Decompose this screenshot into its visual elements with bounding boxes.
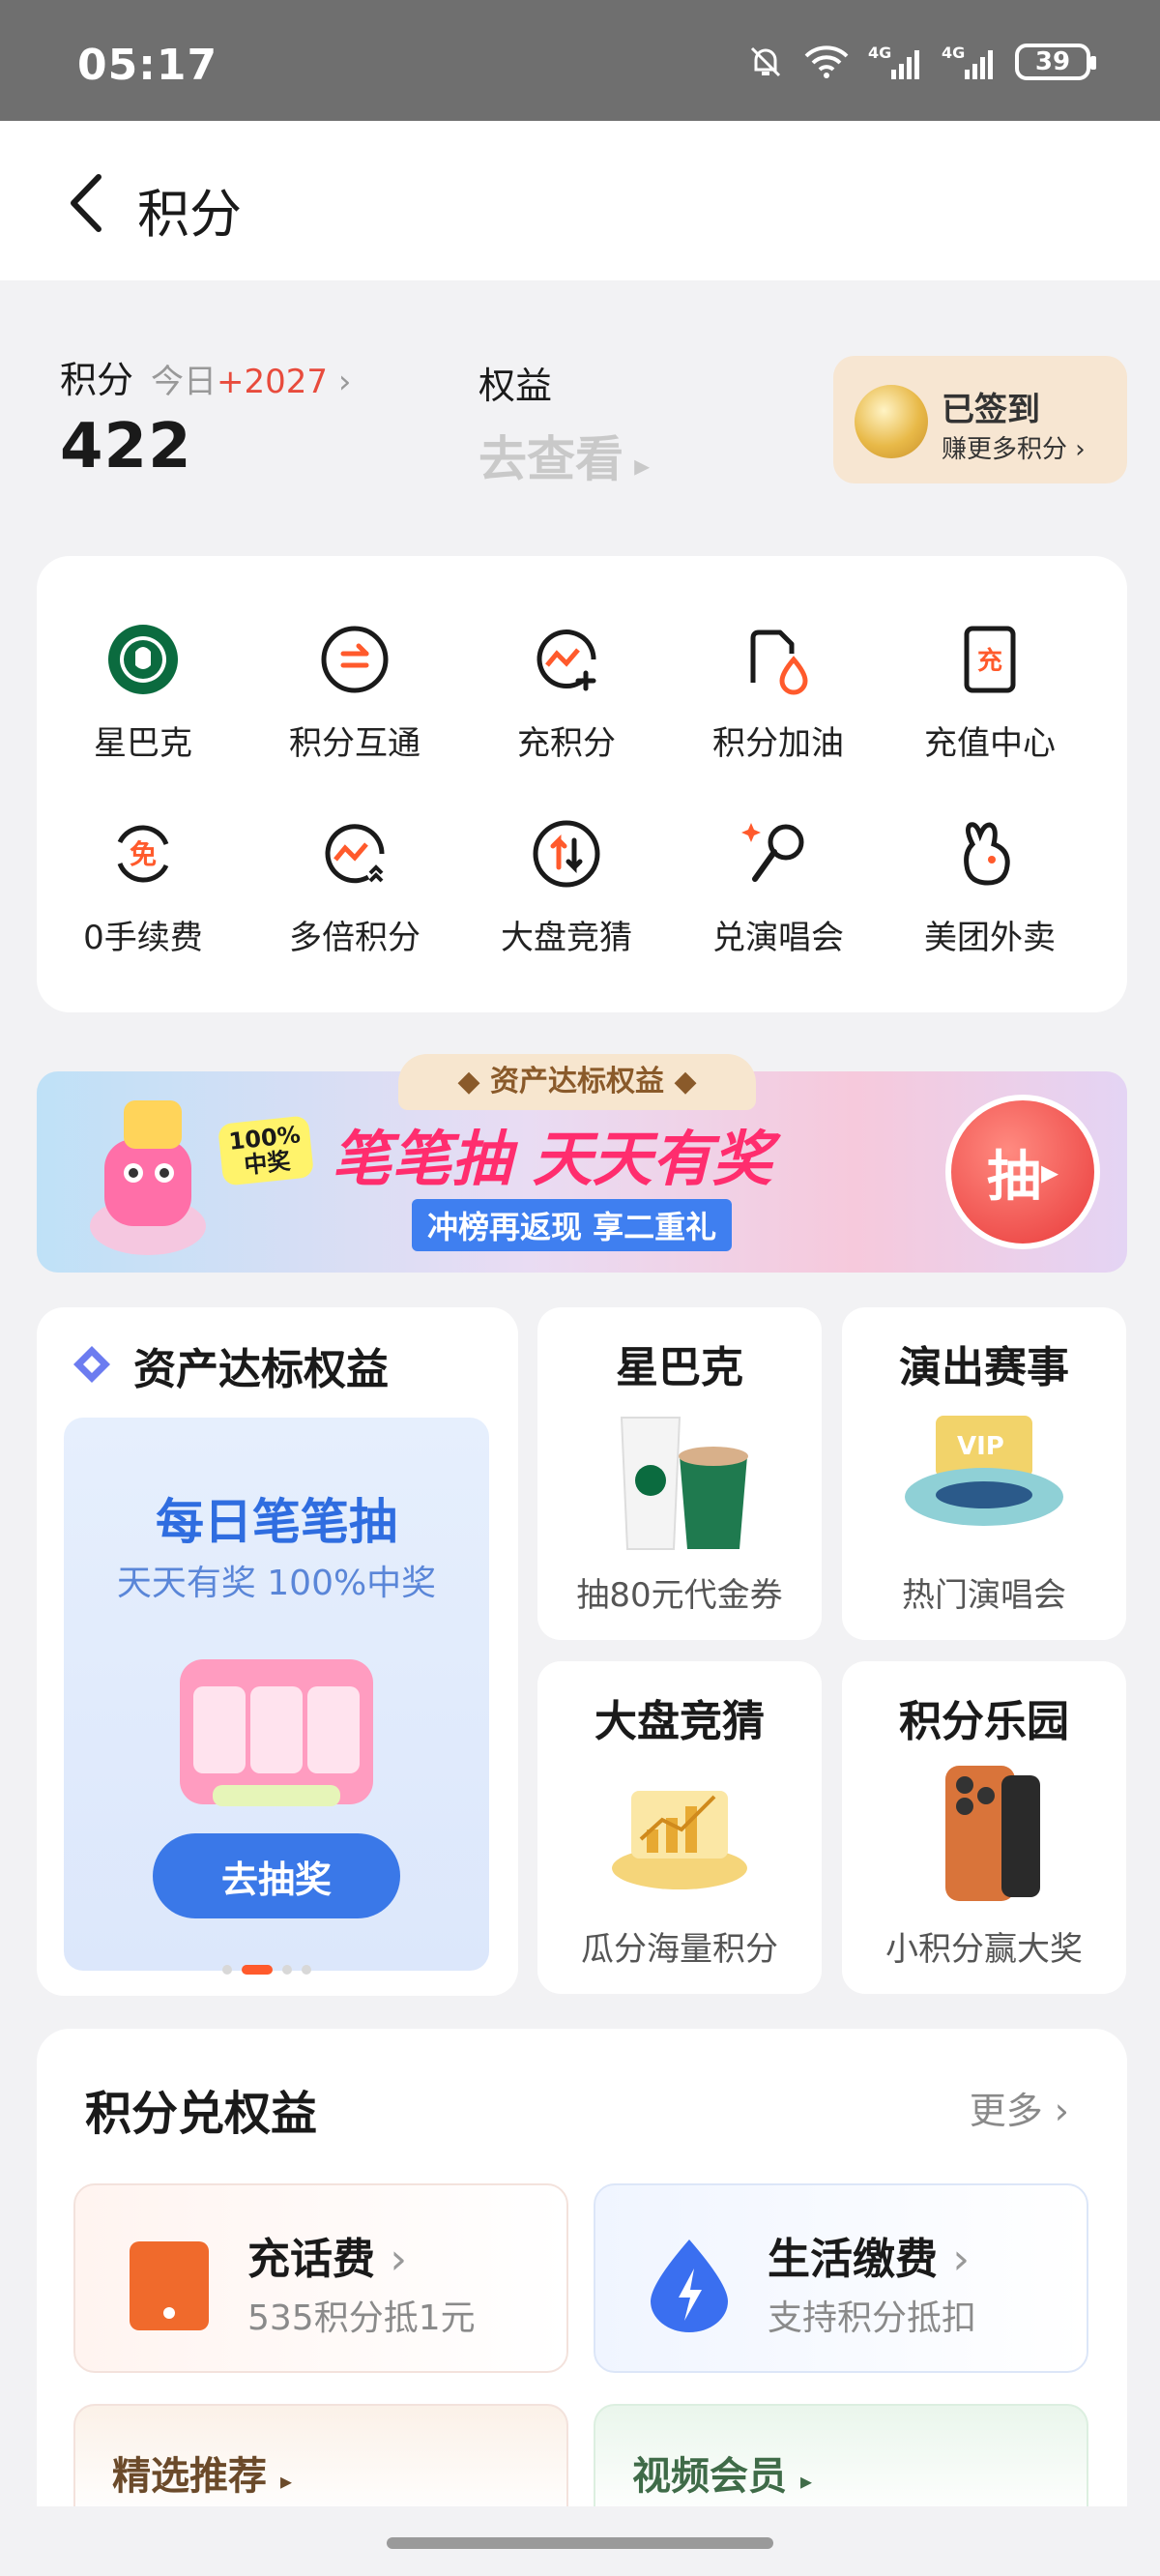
grid-item-fuel[interactable]: 积分加油 [672,618,884,792]
grid-item-exchange[interactable]: 积分互通 [248,618,461,792]
mascot-illustration [90,1100,206,1255]
starbucks-icon [102,618,185,701]
market-guess-icon [525,812,608,895]
utility-payment-item[interactable]: 生活缴费 › 支持积分抵扣 [594,2183,1088,2373]
play-arrow-icon: ▸ [279,2468,292,2495]
grid-item-meituan[interactable]: 美团外卖 [884,812,1096,986]
banner-subtitle: 冲榜再返现 享二重礼 [412,1199,733,1251]
grid-item-starbucks[interactable]: 星巴克 [37,618,249,792]
points-label: 积分 [60,359,134,401]
exchange-icon [313,618,396,701]
svg-text:4G: 4G [942,44,965,62]
rights-summary[interactable]: 权益 去查看 ▸ [478,356,650,490]
chevron-right-icon: › [1054,2090,1069,2132]
points-value: 422 [60,411,192,483]
svg-text:充: 充 [977,646,1002,676]
rights-link[interactable]: 去查看 ▸ [478,421,650,490]
signin-title: 已签到 [942,391,1040,429]
microphone-icon [737,812,820,895]
grid-item-market-guess[interactable]: 大盘竞猜 [460,812,673,986]
points-exchange-section: 积分兑权益 更多 › 充话费 › 535积分抵1元 生活缴费 › 支持积分抵扣 … [37,2029,1127,2576]
page-title: 积分 [137,184,242,245]
coffee-cups-illustration [620,1417,748,1550]
item-title: 生活缴费 › [768,2235,970,2284]
phone-prize-illustration [945,1766,1040,1901]
grid-item-concert[interactable]: 兑演唱会 [672,812,884,986]
phone-recharge-item[interactable]: 充话费 › 535积分抵1元 [73,2183,568,2373]
service-grid: 星巴克 积分互通 充积分 积分加油 充 充值中心 免 0手续费 多倍积分 大盘竞… [37,556,1127,1012]
draw-button[interactable]: 抽 ▸ [945,1095,1100,1249]
phone-icon [130,2241,209,2330]
mini-card-market-guess[interactable]: 大盘竞猜 瓜分海量积分 [537,1661,822,1994]
recharge-icon: 充 [948,618,1031,701]
item-subtitle: 535积分抵1元 [247,2298,476,2338]
add-points-icon [525,618,608,701]
chevron-right-icon: › [337,363,352,401]
section-title: 积分兑权益 [85,2087,318,2141]
gold-chart-illustration [612,1791,747,1889]
signin-subtitle: 赚更多积分 › [942,435,1086,464]
item-title: 充话费 › [247,2235,407,2284]
fuel-icon [737,618,820,701]
go-draw-button[interactable]: 去抽奖 [153,1833,400,1918]
today-delta: +2027 [217,363,329,401]
status-time: 05:17 [77,41,218,90]
diamond-icon [73,1346,110,1383]
status-bar: 05:17 4G 4G 39 [0,0,1160,121]
item-subtitle: 支持积分抵扣 [768,2298,977,2338]
svg-text:免: 免 [130,838,157,870]
grid-item-recharge[interactable]: 充 充值中心 [884,618,1096,792]
multiple-points-icon [313,812,396,895]
signal-4g-icon: 4G [868,44,919,79]
banner-headline: 笔笔抽 天天有奖 [332,1124,772,1194]
today-gain[interactable]: 今日+2027 › [151,355,351,402]
nav-bar: 积分 [0,121,1160,280]
back-arrow-icon[interactable] [60,169,114,237]
mute-bell-icon [750,46,781,77]
grid-item-free-fee[interactable]: 免 0手续费 [37,812,249,986]
carousel-indicator [222,1965,311,1975]
slot-machine-illustration [180,1659,373,1806]
svg-text:4G: 4G [868,44,891,62]
chevron-right-icon: ▸ [624,447,651,483]
signin-button[interactable]: 已签到 赚更多积分 › [833,356,1127,483]
home-indicator[interactable] [387,2537,773,2549]
more-link[interactable]: 更多 › [970,2081,1069,2134]
win-rate-badge: 100% 中奖 [217,1115,315,1186]
rights-label: 权益 [478,365,553,407]
free-fee-icon: 免 [102,812,185,895]
tab-featured[interactable]: 精选推荐 ▸ [73,2404,568,2520]
meituan-icon [948,812,1031,895]
status-icons: 4G 4G 39 [746,43,1096,81]
play-arrow-icon: ▸ [1040,1152,1059,1192]
wifi-icon [804,45,849,78]
mini-card-points-park[interactable]: 积分乐园 小积分赢大奖 [842,1661,1126,1994]
signal-4g-icon: 4G [942,44,993,79]
mini-card-shows[interactable]: 演出赛事 VIP 热门演唱会 [842,1307,1126,1640]
grid-item-multiple-points[interactable]: 多倍积分 [248,812,461,986]
grid-item-add-points[interactable]: 充积分 [460,618,673,792]
asset-title: 资产达标权益 [133,1345,389,1394]
asset-lottery-panel[interactable]: 每日笔笔抽 天天有奖 100%中奖 去抽奖 [64,1418,489,1971]
battery-indicator: 39 [1015,44,1096,80]
lightning-drop-icon [651,2239,728,2332]
coin-icon [855,385,928,458]
svg-text:VIP: VIP [957,1432,1004,1461]
stadium-illustration: VIP [905,1416,1063,1526]
play-arrow-icon: ▸ [799,2468,812,2495]
tab-video-vip[interactable]: 视频会员 ▸ [594,2404,1088,2520]
banner-tag: ◆ 资产达标权益 ◆ [398,1054,756,1110]
lottery-subtitle: 天天有奖 100%中奖 [116,1564,437,1603]
asset-rights-card[interactable]: 资产达标权益 每日笔笔抽 天天有奖 100%中奖 去抽奖 [37,1307,518,1996]
lottery-title: 每日笔笔抽 [156,1494,397,1550]
points-summary[interactable]: 积分 今日+2027 › 422 [60,350,351,483]
mini-card-starbucks[interactable]: 星巴克 抽80元代金券 [537,1307,822,1640]
